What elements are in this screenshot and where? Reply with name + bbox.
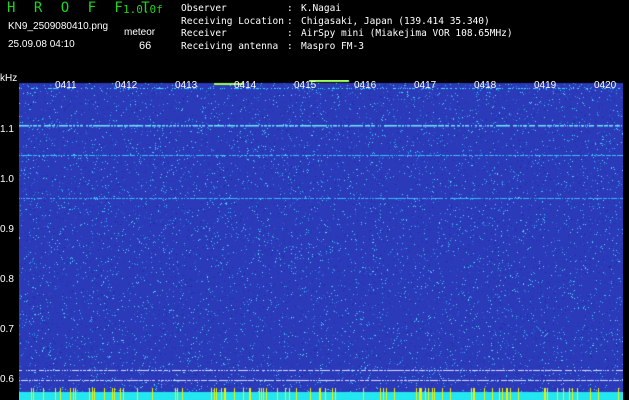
y-tick-label: 1.0	[0, 174, 14, 185]
info-key: Observer	[181, 3, 227, 14]
info-value: K.Nagai	[301, 3, 342, 14]
y-tick-label: 1.1	[0, 124, 14, 135]
y-tick-label: 0.8	[0, 274, 14, 285]
time-tick-label: 0417	[414, 80, 437, 91]
meteor-label: meteor	[124, 27, 156, 38]
info-key: Receiving Location	[181, 15, 284, 27]
y-tick-label: 0.7	[0, 324, 14, 335]
info-value: AirSpy mini (Miakejima VOR 108.65MHz)	[301, 28, 513, 40]
timestamp-label: 25.09.08 04:10	[8, 39, 75, 50]
time-tick-label: 0412	[115, 80, 138, 91]
y-axis-unit: kHz	[0, 73, 18, 84]
time-tick-label: 0414	[234, 80, 257, 91]
info-row-observer: Observer: K.Nagai	[181, 3, 342, 14]
info-key: Receiver	[181, 28, 227, 40]
info-value: Maspro FM-3	[301, 40, 364, 52]
time-tick-label: 0413	[175, 80, 198, 91]
time-tick-label: 0416	[354, 80, 377, 91]
time-tick-label: 0411	[55, 80, 77, 91]
time-tick-label: 0415	[294, 80, 317, 91]
spectrogram-canvas	[19, 80, 623, 400]
info-key: Receiving antenna	[181, 40, 279, 52]
time-tick-label: 0419	[534, 80, 557, 91]
info-value: Chigasaki, Japan (139.414 35.340)	[301, 15, 490, 27]
info-row-location: Receiving Location: Chigasaki, Japan (139…	[181, 15, 490, 27]
version-label: 1.0.0f	[123, 3, 163, 16]
y-tick-label: 0.9	[0, 224, 14, 235]
time-tick-label: 0420	[594, 80, 617, 91]
info-row-antenna: Receiving antenna: Maspro FM-3	[181, 40, 364, 52]
info-row-receiver: Receiver: AirSpy mini (Miakejima VOR 108.…	[181, 28, 513, 40]
filename-label: KN9_2509080410.png	[8, 21, 109, 32]
y-tick-label: 0.6	[0, 374, 14, 385]
observation-info-panel: Observer: K.Nagai Receiving Location: Chig…	[181, 3, 513, 53]
meteor-count: 66	[139, 40, 152, 52]
time-tick-label: 0418	[474, 80, 497, 91]
